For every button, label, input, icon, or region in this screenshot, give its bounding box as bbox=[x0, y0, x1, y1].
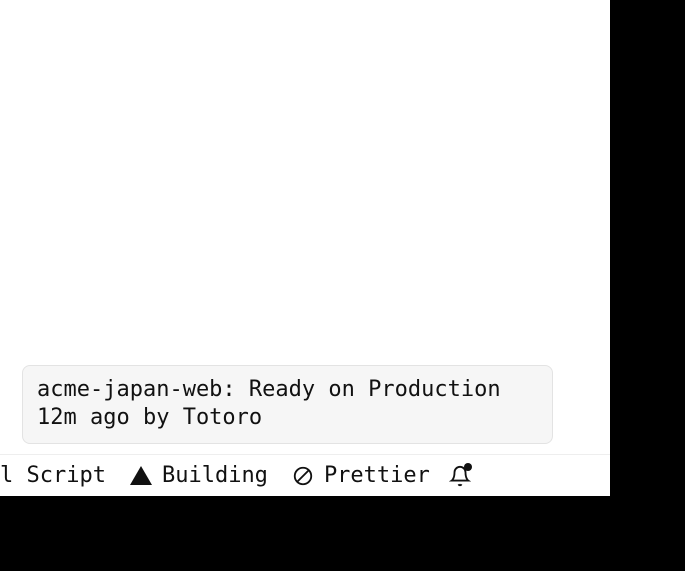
status-prettier-label: Prettier bbox=[324, 463, 430, 488]
status-script-type[interactable]: l Script bbox=[0, 455, 118, 496]
status-bar: l Script Building Prettier bbox=[0, 454, 610, 496]
prohibit-icon bbox=[292, 465, 314, 487]
status-script-label: l Script bbox=[0, 463, 106, 488]
notification-title: acme-japan-web: Ready on Production bbox=[37, 376, 538, 405]
notifications-button[interactable] bbox=[448, 464, 472, 488]
editor-window: acme-japan-web: Ready on Production 12m … bbox=[0, 0, 610, 496]
vercel-triangle-icon bbox=[130, 466, 152, 485]
notification-badge bbox=[464, 463, 472, 471]
status-build[interactable]: Building bbox=[118, 455, 280, 496]
deployment-notification[interactable]: acme-japan-web: Ready on Production 12m … bbox=[22, 365, 553, 444]
notification-meta: 12m ago by Totoro bbox=[37, 404, 538, 433]
editor-content-area: acme-japan-web: Ready on Production 12m … bbox=[0, 0, 610, 454]
status-prettier[interactable]: Prettier bbox=[280, 455, 442, 496]
status-build-label: Building bbox=[162, 463, 268, 488]
